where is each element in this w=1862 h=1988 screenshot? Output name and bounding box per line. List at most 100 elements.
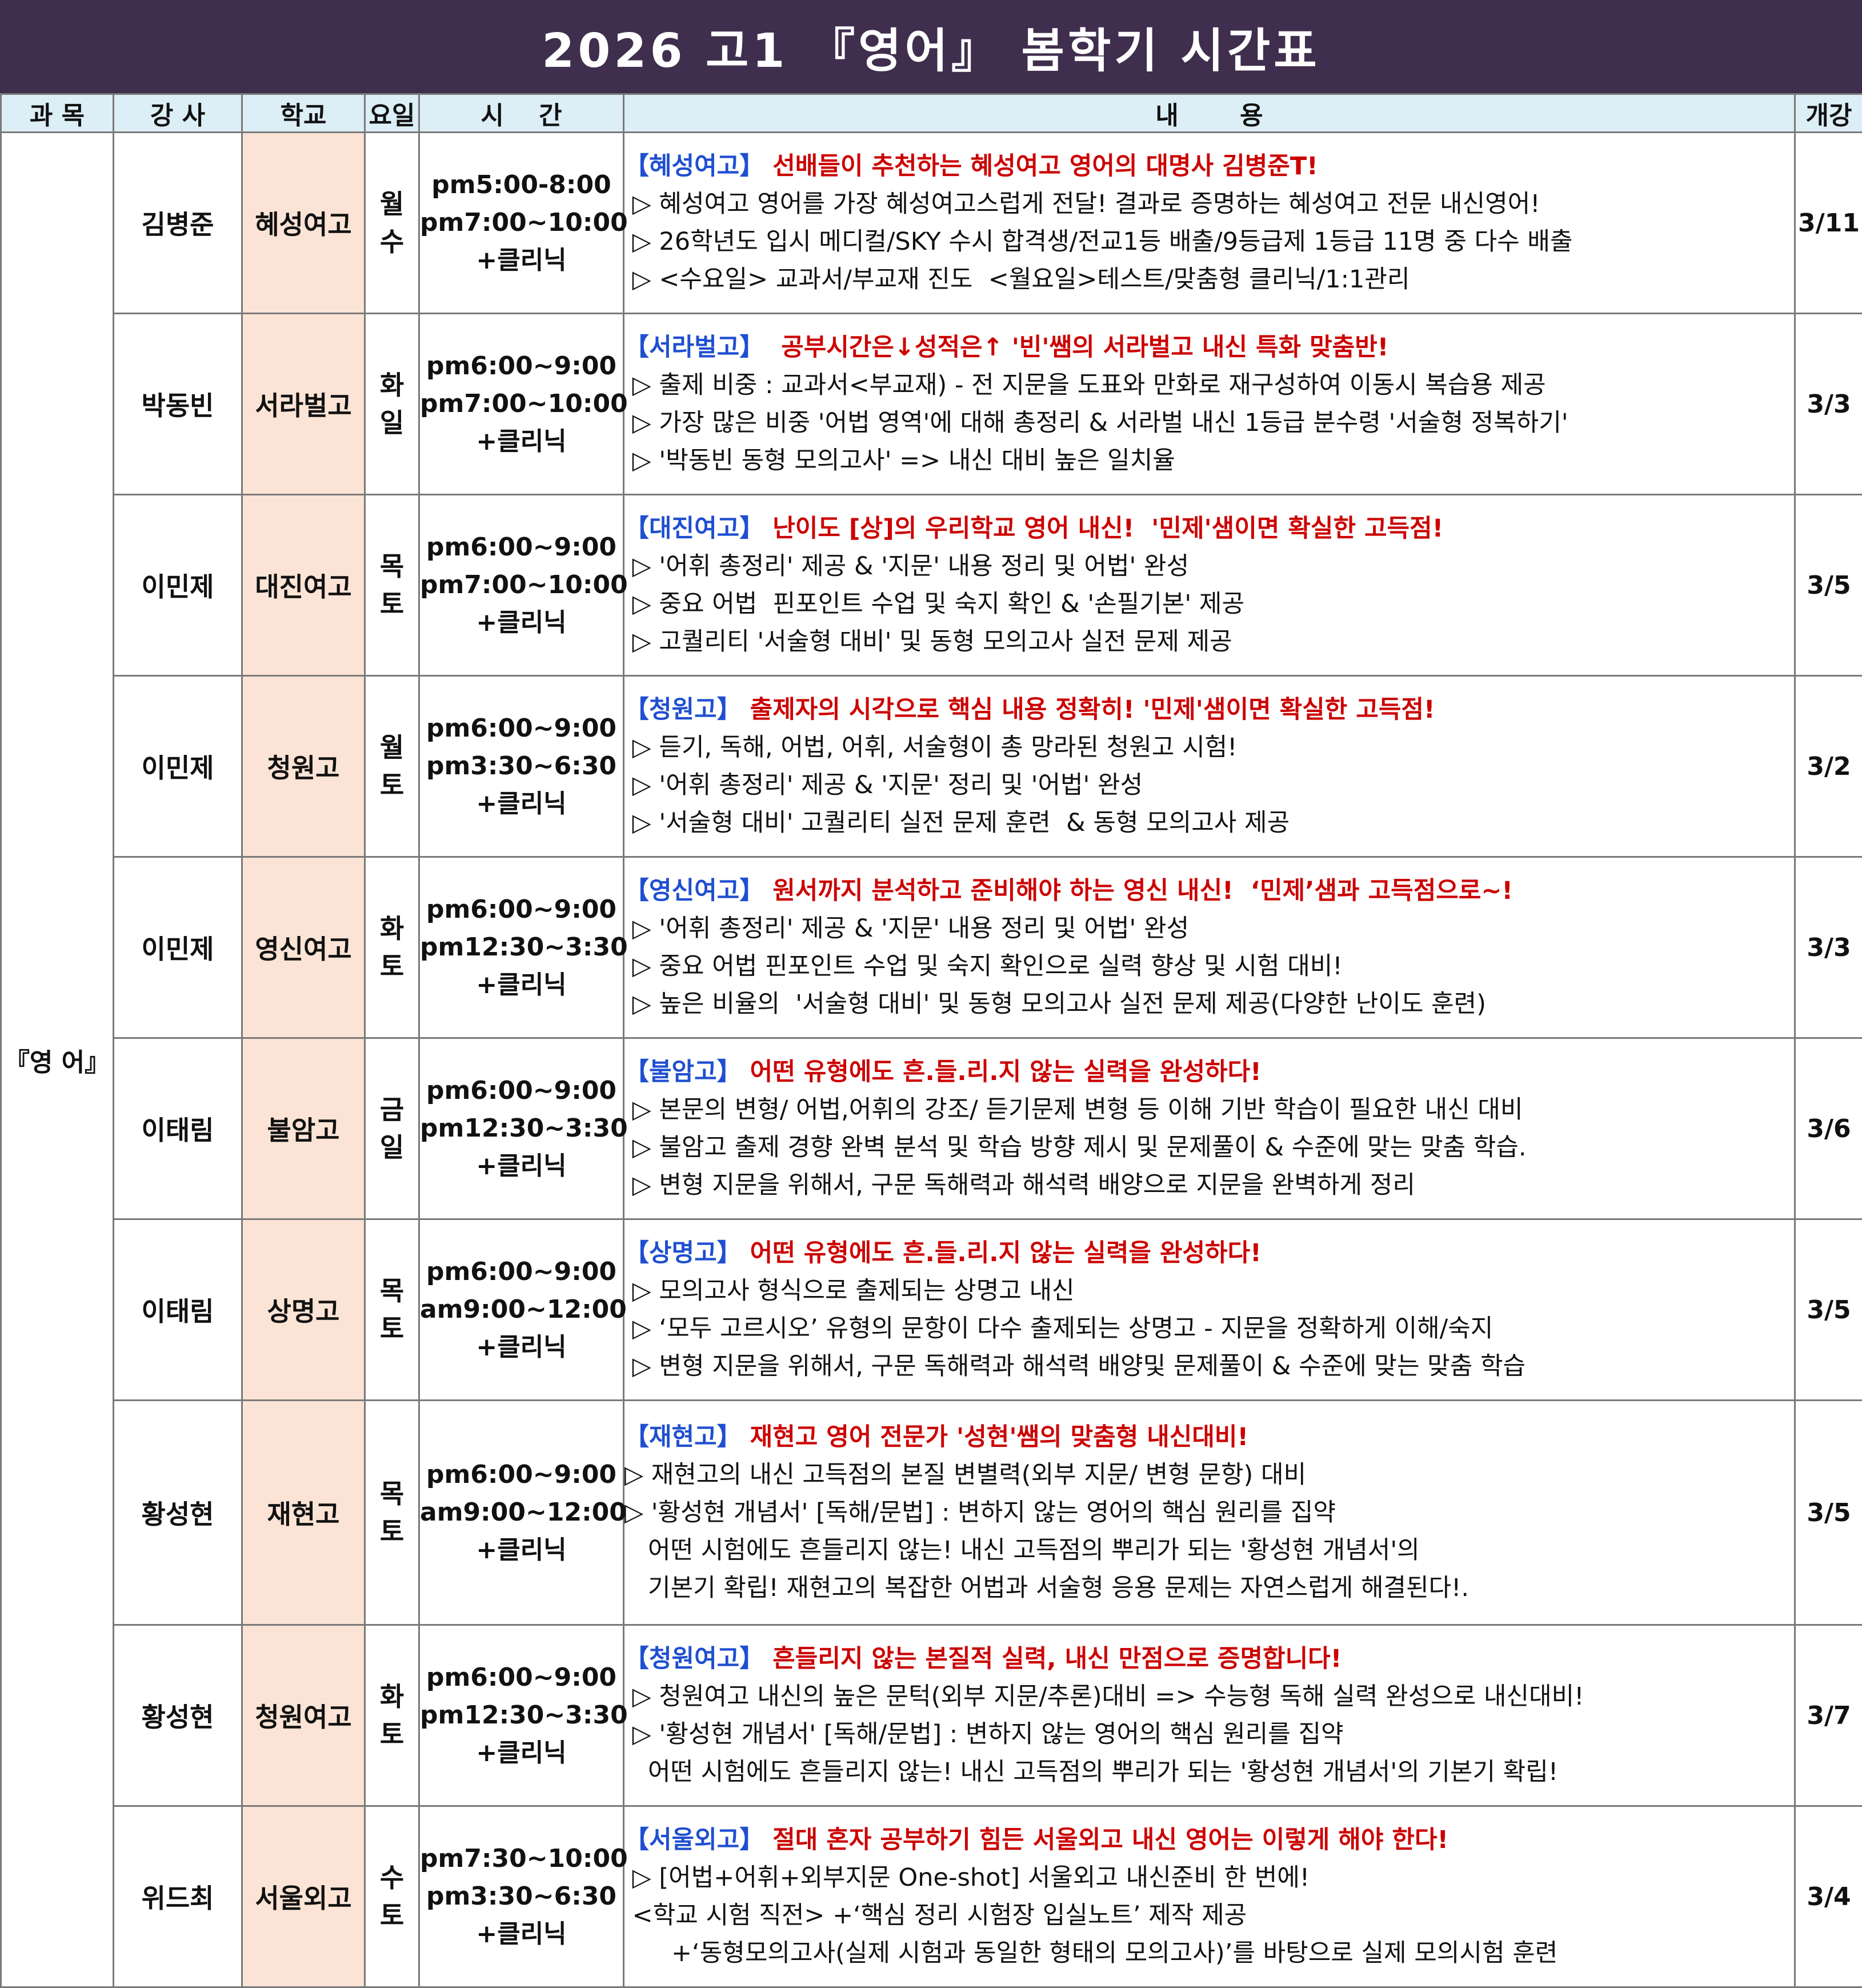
table-row: 위드최서울외고수토pm7:30~10:00pm3:30~6:30+클리닉【서울외… bbox=[1, 1806, 1862, 1987]
content-line: ▷ '서술형 대비' 고퀄리티 실전 문제 훈련 & 동형 모의고사 제공 bbox=[624, 804, 1794, 842]
start-date-cell: 3/11 bbox=[1795, 133, 1862, 314]
day-label: 화 bbox=[366, 910, 418, 947]
table-row: 황성현청원여고화토pm6:00~9:00pm12:30~3:30+클리닉【청원여… bbox=[1, 1625, 1862, 1806]
time-label: pm7:00~10:00 bbox=[420, 385, 623, 423]
day-label: 목 bbox=[366, 547, 418, 585]
content-line: ▷ 본문의 변형/ 어법,어휘의 강조/ 듣기문제 변형 등 이해 기반 학습이… bbox=[624, 1091, 1794, 1129]
time-label: pm6:00~9:00 bbox=[420, 1253, 623, 1291]
content-line: ▷ 가장 많은 비중 '어법 영역'에 대해 총정리 & 서라벌 내신 1등급 … bbox=[624, 404, 1794, 442]
days-cell: 목토 bbox=[365, 495, 419, 676]
content-line: ▷ 변형 지문을 위해서, 구문 독해력과 해석력 배양으로 지문을 완벽하게 … bbox=[624, 1166, 1794, 1204]
headline-text: 출제자의 시각으로 핵심 내용 정확히! '민제'샘이면 확실한 고득점! bbox=[742, 695, 1435, 724]
day-label: 일 bbox=[366, 404, 418, 442]
content-line: ▷ 혜성여고 영어를 가장 혜성여고스럽게 전달! 결과로 증명하는 혜성여고 … bbox=[624, 185, 1794, 223]
content-line: ▷ '박동빈 동형 모의고사' => 내신 대비 높은 일치율 bbox=[624, 442, 1794, 479]
content-cell: 【영신여고】 원서까지 분석하고 준비해야 하는 영신 내신! ‘민제’샘과 고… bbox=[624, 857, 1795, 1038]
times-cell: pm7:30~10:00pm3:30~6:30+클리닉 bbox=[419, 1806, 624, 1987]
day-label: 화 bbox=[366, 1678, 418, 1715]
content-line: ▷ 중요 어법 핀포인트 수업 및 숙지 확인 & '손필기본' 제공 bbox=[624, 585, 1794, 623]
times-cell: pm6:00~9:00am9:00~12:00+클리닉 bbox=[419, 1401, 624, 1625]
content-line: ▷ ‘모두 고르시오’ 유형의 문항이 다수 출제되는 상명고 - 지문을 정확… bbox=[624, 1310, 1794, 1347]
content-headline: 【대진여고】 난이도 [상]의 우리학교 영어 내신! '민제'샘이면 확실한 … bbox=[624, 510, 1794, 547]
times-cell: pm6:00~9:00pm12:30~3:30+클리닉 bbox=[419, 1625, 624, 1806]
content-headline: 【영신여고】 원서까지 분석하고 준비해야 하는 영신 내신! ‘민제’샘과 고… bbox=[624, 872, 1794, 910]
days-cell: 화토 bbox=[365, 1625, 419, 1806]
content-line: 어떤 시험에도 흔들리지 않는! 내신 고득점의 뿌리가 되는 '황성현 개념서… bbox=[624, 1531, 1794, 1569]
table-row: 이태림상명고목토pm6:00~9:00am9:00~12:00+클리닉【상명고】… bbox=[1, 1219, 1862, 1401]
content-headline: 【혜성여고】 선배들이 추천하는 혜성여고 영어의 대명사 김병준T! bbox=[624, 147, 1794, 185]
times-cell: pm5:00-8:00pm7:00~10:00+클리닉 bbox=[419, 133, 624, 314]
content-line: ▷ '어휘 총정리' 제공 & '지문' 내용 정리 및 어법' 완성 bbox=[624, 910, 1794, 947]
day-label: 토 bbox=[366, 766, 418, 804]
header-subject: 과 목 bbox=[1, 94, 114, 133]
school-tag: 【청원고】 bbox=[624, 695, 742, 724]
times-cell: pm6:00~9:00am9:00~12:00+클리닉 bbox=[419, 1219, 624, 1401]
table-row: 이민제청원고월토pm6:00~9:00pm3:30~6:30+클리닉【청원고】 … bbox=[1, 676, 1862, 857]
school-cell: 서울외고 bbox=[242, 1806, 365, 1987]
school-cell: 재현고 bbox=[242, 1401, 365, 1625]
time-label: +클리닉 bbox=[420, 785, 623, 823]
schedule-table: 과 목 강 사 학교 요일 시 간 내 용 개강 『영 어』김병준혜성여고월수p… bbox=[0, 93, 1862, 1988]
time-label: pm6:00~9:00 bbox=[420, 1456, 623, 1494]
content-cell: 【혜성여고】 선배들이 추천하는 혜성여고 영어의 대명사 김병준T! ▷ 혜성… bbox=[624, 133, 1795, 314]
time-label: pm6:00~9:00 bbox=[420, 1072, 623, 1110]
headline-text: 재현고 영어 전문가 '성현'쌤의 맞춤형 내신대비! bbox=[742, 1423, 1248, 1451]
start-date-cell: 3/6 bbox=[1795, 1038, 1862, 1219]
headline-text: 어떤 유형에도 흔.들.리.지 않는 실력을 완성하다! bbox=[742, 1239, 1262, 1267]
time-label: +클리닉 bbox=[420, 1734, 623, 1772]
teacher-cell: 위드최 bbox=[114, 1806, 242, 1987]
day-label: 토 bbox=[366, 585, 418, 623]
school-tag: 【재현고】 bbox=[624, 1423, 742, 1451]
content-line: ▷ <수요일> 교과서/부교재 진도 <월요일>테스트/맞춤형 클리닉/1:1관… bbox=[624, 261, 1794, 298]
content-line: ▷ 변형 지문을 위해서, 구문 독해력과 해석력 배양및 문제풀이 & 수준에… bbox=[624, 1347, 1794, 1385]
start-date-cell: 3/5 bbox=[1795, 1401, 1862, 1625]
headline-text: 어떤 유형에도 흔.들.리.지 않는 실력을 완성하다! bbox=[742, 1058, 1262, 1086]
table-row: 이민제대진여고목토pm6:00~9:00pm7:00~10:00+클리닉【대진여… bbox=[1, 495, 1862, 676]
time-label: +클리닉 bbox=[420, 1329, 623, 1366]
table-row: 이태림불암고금일pm6:00~9:00pm12:30~3:30+클리닉【불암고】… bbox=[1, 1038, 1862, 1219]
header-time: 시 간 bbox=[419, 94, 624, 133]
time-label: am9:00~12:00 bbox=[420, 1494, 623, 1531]
school-tag: 【청원여고】 bbox=[624, 1645, 764, 1673]
times-cell: pm6:00~9:00pm7:00~10:00+클리닉 bbox=[419, 495, 624, 676]
content-headline: 【불암고】 어떤 유형에도 흔.들.리.지 않는 실력을 완성하다! bbox=[624, 1053, 1794, 1091]
times-cell: pm6:00~9:00pm3:30~6:30+클리닉 bbox=[419, 676, 624, 857]
content-line: ▷ '어휘 총정리' 제공 & '지문' 정리 및 '어법' 완성 bbox=[624, 766, 1794, 804]
content-line: ▷ 출제 비중 : 교과서<부교재) - 전 지문을 도표와 만화로 재구성하여… bbox=[624, 366, 1794, 404]
header-school: 학교 bbox=[242, 94, 365, 133]
time-label: +클리닉 bbox=[420, 423, 623, 461]
time-label: +클리닉 bbox=[420, 1147, 623, 1185]
time-label: pm3:30~6:30 bbox=[420, 1878, 623, 1915]
content-line: ▷ [어법+어휘+외부지문 One-shot] 서울외고 내신준비 한 번에! bbox=[624, 1859, 1794, 1897]
headline-text: 선배들이 추천하는 혜성여고 영어의 대명사 김병준T! bbox=[764, 152, 1318, 181]
day-label: 토 bbox=[366, 1897, 418, 1934]
table-row: 박동빈서라벌고화일pm6:00~9:00pm7:00~10:00+클리닉【서라벌… bbox=[1, 314, 1862, 495]
content-line: ▷ '어휘 총정리' 제공 & '지문' 내용 정리 및 어법' 완성 bbox=[624, 547, 1794, 585]
content-line: ▷ 모의고사 형식으로 출제되는 상명고 내신 bbox=[624, 1272, 1794, 1310]
school-cell: 청원고 bbox=[242, 676, 365, 857]
start-date-cell: 3/2 bbox=[1795, 676, 1862, 857]
content-cell: 【청원고】 출제자의 시각으로 핵심 내용 정확히! '민제'샘이면 확실한 고… bbox=[624, 676, 1795, 857]
content-headline: 【서라벌고】 공부시간은↓성적은↑ '빈'쌤의 서라벌고 내신 특화 맞춤반! bbox=[624, 329, 1794, 366]
headline-text: 원서까지 분석하고 준비해야 하는 영신 내신! ‘민제’샘과 고득점으로~! bbox=[764, 877, 1513, 905]
school-cell: 혜성여고 bbox=[242, 133, 365, 314]
days-cell: 월수 bbox=[365, 133, 419, 314]
content-line: ▷ 재현고의 내신 고득점의 본질 변별력(외부 지문/ 변형 문항) 대비 bbox=[624, 1456, 1794, 1494]
times-cell: pm6:00~9:00pm12:30~3:30+클리닉 bbox=[419, 857, 624, 1038]
time-label: +클리닉 bbox=[420, 242, 623, 279]
time-label: pm6:00~9:00 bbox=[420, 891, 623, 929]
school-cell: 영신여고 bbox=[242, 857, 365, 1038]
table-row: 이민제영신여고화토pm6:00~9:00pm12:30~3:30+클리닉【영신여… bbox=[1, 857, 1862, 1038]
content-line: ▷ 26학년도 입시 메디컬/SKY 수시 합격생/전교1등 배출/9등급제 1… bbox=[624, 223, 1794, 261]
time-label: am9:00~12:00 bbox=[420, 1291, 623, 1329]
teacher-cell: 이민제 bbox=[114, 857, 242, 1038]
day-label: 토 bbox=[366, 1310, 418, 1347]
start-date-cell: 3/3 bbox=[1795, 314, 1862, 495]
headline-text: 난이도 [상]의 우리학교 영어 내신! '민제'샘이면 확실한 고득점! bbox=[764, 514, 1443, 543]
day-label: 토 bbox=[366, 947, 418, 985]
days-cell: 금일 bbox=[365, 1038, 419, 1219]
time-label: pm5:00-8:00 bbox=[420, 166, 623, 204]
time-label: +클리닉 bbox=[420, 604, 623, 642]
day-label: 수 bbox=[366, 1859, 418, 1897]
content-line: ▷ 불암고 출제 경향 완벽 분석 및 학습 방향 제시 및 문제풀이 & 수준… bbox=[624, 1129, 1794, 1166]
